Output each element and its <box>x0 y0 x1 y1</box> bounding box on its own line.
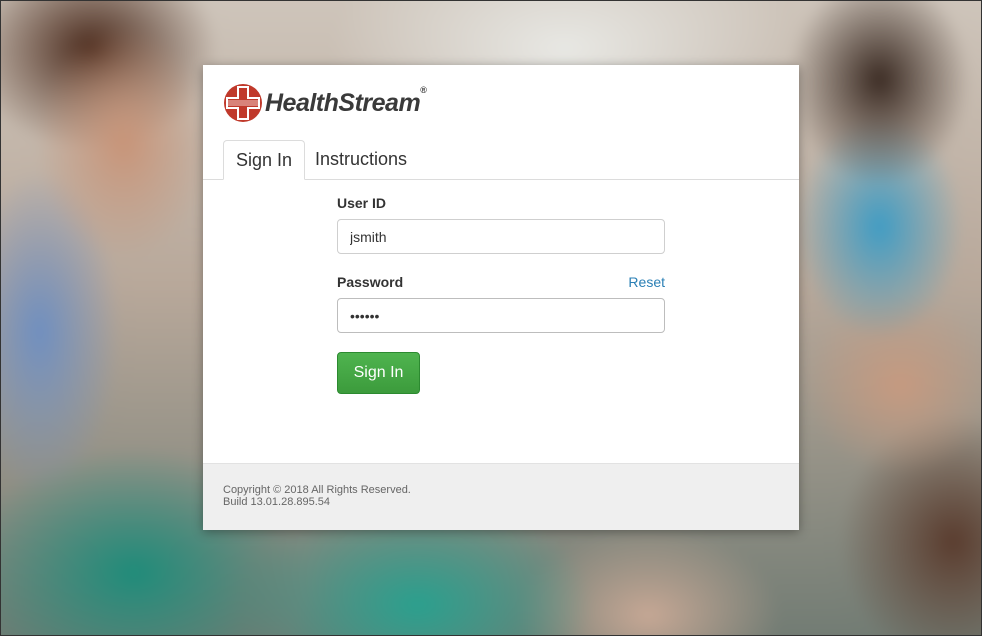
registered-mark: ® <box>420 84 427 95</box>
footer-text: Copyright © 2018 All Rights Reserved. Bu… <box>223 484 411 508</box>
build-version-text: Build 13.01.28.895.54 <box>223 496 331 508</box>
password-label-row: Password Reset <box>337 274 665 290</box>
tab-instructions[interactable]: Instructions <box>303 140 419 179</box>
sign-in-button[interactable]: Sign In <box>337 352 420 394</box>
sign-in-form: User ID Password Reset Sign In <box>337 195 665 394</box>
copyright-text: Copyright © 2018 All Rights Reserved. <box>223 484 411 496</box>
tab-bar: Sign In Instructions <box>203 140 799 180</box>
reset-password-link[interactable]: Reset <box>628 274 665 290</box>
password-label: Password <box>337 274 404 290</box>
app-window: HealthStream® Sign In Instructions User … <box>0 0 982 636</box>
card-footer: Copyright © 2018 All Rights Reserved. Bu… <box>203 463 799 530</box>
brand-name: HealthStream® <box>265 84 427 117</box>
healthstream-cross-logo-icon <box>224 84 262 122</box>
tab-sign-in[interactable]: Sign In <box>223 140 306 180</box>
user-id-input[interactable] <box>337 219 665 254</box>
login-card: HealthStream® Sign In Instructions User … <box>203 65 799 530</box>
user-id-label: User ID <box>337 195 387 211</box>
brand-logo: HealthStream® <box>223 83 427 123</box>
password-input[interactable] <box>337 298 665 333</box>
